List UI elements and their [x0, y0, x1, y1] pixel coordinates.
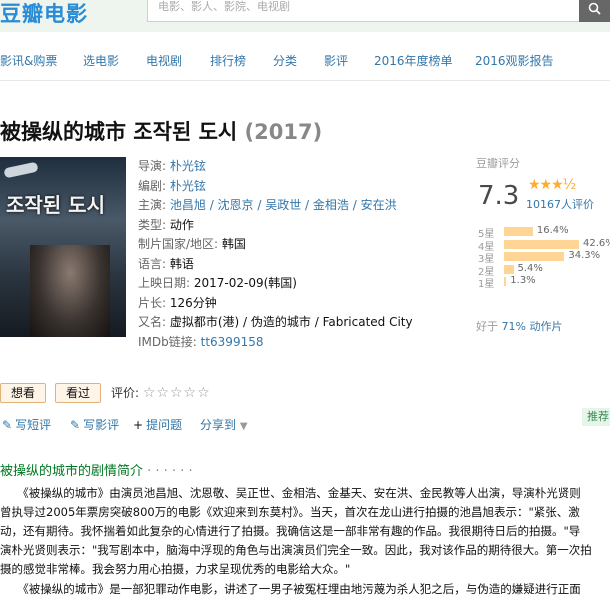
helicopter-shape [3, 161, 39, 179]
search-icon [588, 2, 601, 15]
rating-bar-percent: 42.6% [583, 237, 610, 249]
rating-score: 7.3 [478, 181, 520, 211]
recommend-button[interactable]: 推荐 [582, 408, 610, 426]
rating-label: 豆瓣评分 [476, 157, 520, 170]
rating-bar-fill [504, 239, 579, 249]
synopsis-line: 动，还有期待。我怀揣着如此复杂的心情进行了拍摄。我确信这是一部非常有趣的作品。我… [0, 524, 581, 538]
director-link[interactable]: 朴光铉 [170, 159, 206, 173]
poster-figures [30, 245, 110, 337]
nav-item-annual-list[interactable]: 2016年度榜单 [374, 52, 453, 69]
main-nav: 影讯&购票 选电影 电视剧 排行榜 分类 影评 2016年度榜单 2016观影报… [0, 52, 610, 70]
writer-link[interactable]: 朴光铉 [170, 179, 206, 193]
nav-item-explore[interactable]: 选电影 [83, 52, 119, 69]
rating-bar-row: 3星 34.3% [476, 250, 610, 265]
write-short-review[interactable]: ✎ 写短评 [2, 416, 51, 433]
rating-bar-percent: 16.4% [536, 225, 569, 236]
watched-button[interactable]: 看过 [55, 383, 101, 403]
rating-bar-fill [504, 277, 507, 286]
info-aka: 又名: 虚拟都市(港) / 伪造的城市 / Fabricated City [138, 315, 413, 329]
movie-info: 导演: 朴光铉 编剧: 朴光铉 主演: 池昌旭 / 沈恩京 / 吴政世 / 金相… [138, 157, 458, 352]
nav-item-tickets[interactable]: 影讯&购票 [0, 52, 57, 69]
plus-icon: + [133, 418, 144, 432]
movie-year: (2017) [244, 120, 323, 144]
nav-item-chart[interactable]: 排行榜 [210, 52, 246, 69]
info-genre: 类型: 动作 [138, 217, 194, 232]
synopsis-title: 被操纵的城市的剧情简介 · · · · · · [0, 464, 193, 479]
nav-item-tag[interactable]: 分类 [273, 52, 297, 69]
poster-title: 조작된 도시 [6, 193, 105, 217]
search-input[interactable]: 电影、影人、影院、电视剧 [147, 0, 581, 22]
ask-question[interactable]: + 提问题 [133, 416, 182, 433]
pencil-icon: ✎ [2, 418, 13, 432]
rating-bar-percent: 34.3% [568, 250, 601, 261]
rating-bar-row: 4星42.6% [476, 237, 610, 253]
rating-bar-label: 1星 [478, 279, 495, 290]
info-imdb: IMDb链接: tt6399158 [138, 334, 264, 349]
nav-item-review[interactable]: 影评 [324, 52, 348, 69]
rate-label: 评价: [111, 386, 140, 400]
better-than: 好于 71% 动作片 [476, 320, 563, 333]
page-title: 被操纵的城市 조작된 도시 (2017) [0, 116, 322, 146]
synopsis-line: 演朴光贤则表示："我写剧本中，脑海中浮现的角色与出演演员们完全一致。因此，我对该… [0, 543, 592, 557]
share-menu[interactable]: 分享到 ▼ [200, 416, 248, 433]
rating-bar-row: 5星 16.4% [476, 225, 610, 240]
synopsis-line: 《被操纵的城市》由演员池昌旭、沈恩敬、吴正世、金相浩、金基天、安在洪、金民教等人… [0, 486, 581, 500]
better-than-link[interactable]: 71% 动作片 [502, 320, 563, 333]
rating-panel: 豆瓣评分 7.3 ★★★½ 10167人评价 [476, 155, 610, 211]
rating-bar-percent: 1.3% [510, 275, 536, 286]
chevron-down-icon: ▼ [239, 421, 248, 432]
douban-movie-logo[interactable]: 豆瓣电影 [0, 0, 88, 28]
info-country: 制片国家/地区: 韩国 [138, 237, 246, 251]
synopsis-line: 《被操纵的城市》是一部犯罪动作电影，讲述了一男子被冤枉埋由地污蔑为杀人犯之后，与… [0, 582, 581, 596]
rating-bar-fill [504, 264, 514, 274]
rating-bar-fill [504, 227, 533, 236]
info-language: 语言: 韩语 [138, 256, 194, 271]
synopsis-line: 曾执导过2005年票房突破800万的电影《欢迎来到东莫村》。当天，首次在龙山进行… [0, 505, 580, 519]
info-director: 导演: 朴光铉 [138, 159, 206, 173]
movie-poster[interactable]: 조작된 도시 [0, 157, 126, 337]
search-button[interactable] [579, 0, 610, 22]
rating-stars: ★★★½ [528, 177, 576, 193]
nav-divider [0, 80, 610, 81]
nav-item-tv[interactable]: 电视剧 [146, 52, 182, 69]
info-runtime: 片长: 126分钟 [138, 295, 217, 310]
rating-distribution: 5星16.4%4星42.6%3星34.3%2星5.4%1星 1.3% [476, 225, 610, 290]
rating-bar-row: 1星 1.3% [476, 275, 610, 290]
rating-bar-fill [504, 252, 565, 261]
top-bar: 豆瓣电影 电影、影人、影院、电视剧 [0, 0, 610, 32]
info-release: 上映日期: 2017-02-09(韩国) [138, 276, 297, 290]
cast-links[interactable]: 池昌旭 / 沈恩京 / 吴政世 / 金相浩 / 安在洪 [170, 198, 397, 212]
rating-votes-link[interactable]: 10167人评价 [526, 196, 594, 212]
pencil-icon: ✎ [70, 418, 81, 432]
rate-stars[interactable]: ☆☆☆☆☆ [143, 385, 211, 401]
synopsis-line: 摄的感觉非常棒。我会努力用心拍摄，力求呈现优秀的电影给大众。" [0, 562, 351, 576]
info-writer: 编剧: 朴光铉 [138, 178, 206, 193]
nav-item-annual-report[interactable]: 2016观影报告 [475, 52, 554, 69]
rate-widget: 评价: ☆☆☆☆☆ [111, 384, 211, 401]
imdb-link[interactable]: tt6399158 [201, 335, 264, 349]
write-review[interactable]: ✎ 写影评 [70, 416, 119, 433]
rating-bar-row: 2星 5.4% [476, 262, 610, 278]
want-to-watch-button[interactable]: 想看 [0, 383, 46, 403]
search-placeholder: 电影、影人、影院、电视剧 [158, 0, 290, 13]
movie-title: 被操纵的城市 조작된 도시 [0, 120, 238, 144]
rating-bar-percent: 5.4% [517, 262, 543, 274]
info-cast: 主演: 池昌旭 / 沈恩京 / 吴政世 / 金相浩 / 安在洪 [138, 198, 397, 212]
